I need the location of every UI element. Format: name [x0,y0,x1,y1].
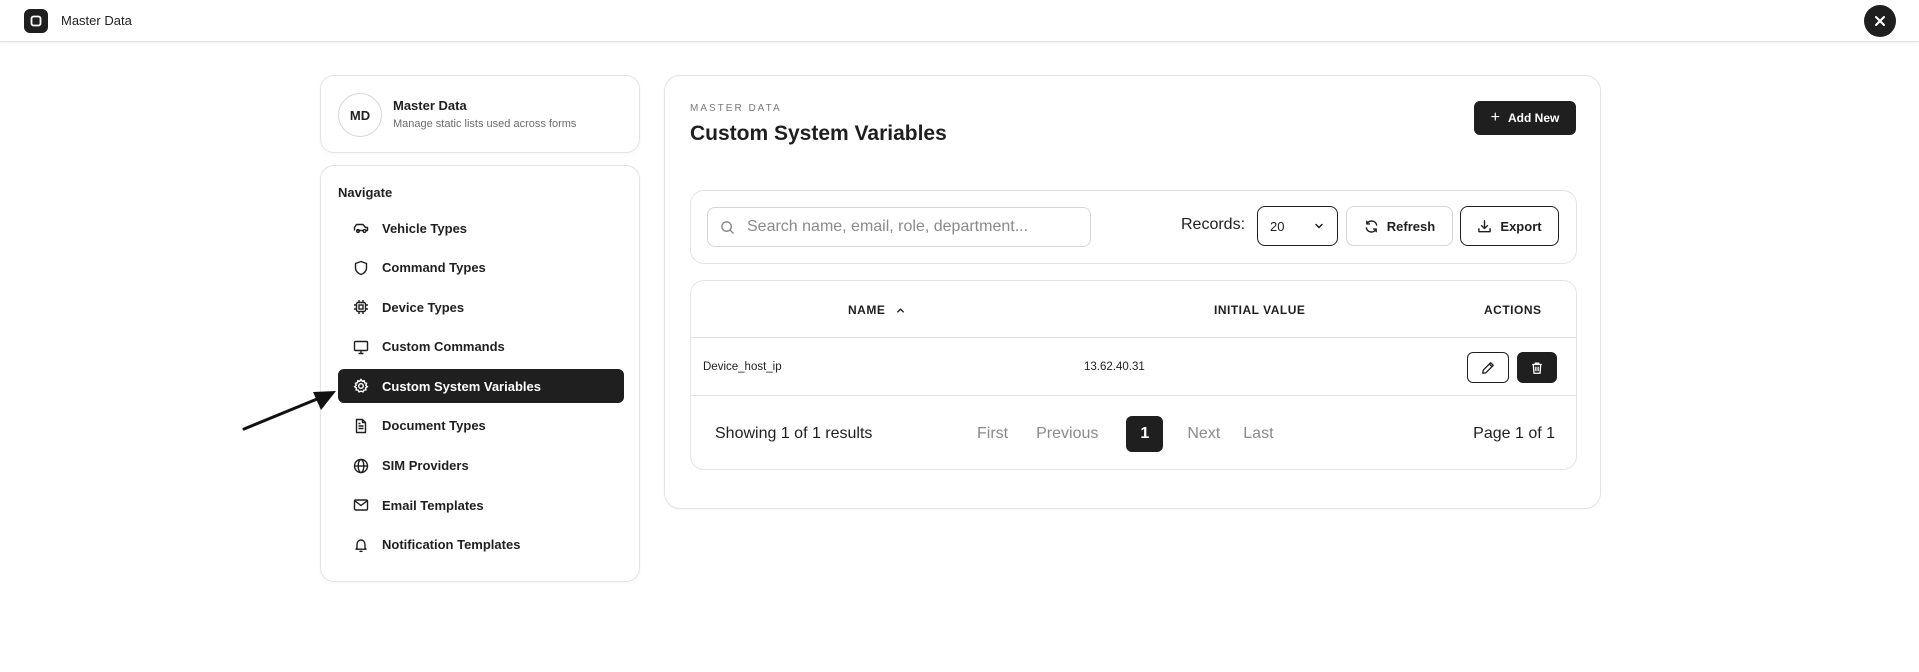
download-icon [1477,219,1492,234]
sidebar-title: Master Data [393,98,467,113]
sidebar-header-card: MD Master Data Manage static lists used … [320,75,640,153]
page-indicator: Page 1 of 1 [1473,425,1555,442]
sidebar-item-vehicle-types[interactable]: Vehicle Types [338,211,624,245]
column-header-label: NAME [848,303,886,317]
sidebar-item-label: SIM Providers [382,458,469,474]
gear-icon [353,378,369,394]
nav-list: Vehicle Types Command Types Device Types… [338,211,624,567]
sidebar-item-label: Email Templates [382,497,484,513]
current-page-button[interactable]: 1 [1126,416,1164,452]
delete-button[interactable] [1517,352,1557,383]
globe-icon [353,458,369,474]
section-eyebrow: MASTER DATA [690,103,782,114]
chip-icon [353,299,369,315]
export-button[interactable]: Export [1460,206,1559,246]
refresh-icon [1364,219,1379,234]
sidebar-subtitle: Manage static lists used across forms [393,118,577,130]
table-footer: Showing 1 of 1 results First Previous 1 … [691,396,1576,469]
plus-icon: + [1490,109,1500,126]
search-icon [720,220,735,235]
search-input[interactable] [747,218,1077,236]
close-icon [1875,16,1885,26]
table-header: NAME INITIAL VALUE ACTIONS [691,281,1576,338]
sidebar-item-custom-commands[interactable]: Custom Commands [338,330,624,364]
refresh-button[interactable]: Refresh [1346,206,1453,246]
column-header-initial-value: INITIAL VALUE [1214,303,1306,317]
column-header-name[interactable]: NAME [848,303,906,317]
car-icon [353,220,369,236]
records-value: 20 [1270,218,1285,234]
shield-icon [353,260,369,276]
sidebar-item-sim-providers[interactable]: SIM Providers [338,449,624,483]
search-box [707,207,1091,247]
main-content-card: MASTER DATA Custom System Variables + Ad… [664,75,1601,509]
pagination: First Previous 1 Next Last [977,416,1274,452]
cell-name: Device_host_ip [703,361,782,373]
nav-heading: Navigate [338,185,393,200]
chevron-down-icon [1313,220,1325,232]
close-button[interactable] [1864,5,1896,37]
mail-icon [353,497,369,513]
sidebar-item-notification-templates[interactable]: Notification Templates [338,528,624,562]
page-title: Custom System Variables [690,122,947,145]
sidebar-item-label: Custom System Variables [382,378,541,394]
cell-initial-value: 13.62.40.31 [1084,361,1145,373]
variables-table: NAME INITIAL VALUE ACTIONS Device_host_i… [690,280,1577,470]
sidebar-item-label: Custom Commands [382,339,505,355]
top-bar: Master Data [0,0,1919,42]
add-new-button[interactable]: + Add New [1474,101,1576,135]
pencil-icon [1482,361,1494,374]
sidebar-item-command-types[interactable]: Command Types [338,251,624,285]
sidebar-item-custom-system-variables[interactable]: Custom System Variables [338,369,624,404]
navigation-card: Navigate Vehicle Types Command Types Dev… [320,165,640,582]
refresh-label: Refresh [1386,218,1436,234]
app-logo-icon [24,9,48,33]
records-per-page-select[interactable]: 20 [1257,206,1338,246]
sidebar-item-document-types[interactable]: Document Types [338,409,624,443]
edit-button[interactable] [1467,352,1509,383]
toolbar: Records: 20 Refresh Export [690,190,1577,264]
sidebar-item-label: Notification Templates [382,537,521,553]
sort-ascending-icon [895,305,906,316]
bell-icon [353,537,369,553]
next-page-button[interactable]: Next [1187,425,1220,443]
sidebar-item-email-templates[interactable]: Email Templates [338,488,624,522]
results-count: Showing 1 of 1 results [715,425,873,442]
last-page-button[interactable]: Last [1243,425,1273,443]
first-page-button[interactable]: First [977,425,1008,443]
records-label: Records: [1181,216,1246,233]
column-header-actions: ACTIONS [1484,303,1542,317]
sidebar-item-label: Vehicle Types [382,220,468,236]
export-label: Export [1500,218,1542,234]
app-title: Master Data [61,13,132,28]
trash-icon [1532,362,1542,374]
document-icon [353,418,369,434]
table-row: Device_host_ip 13.62.40.31 [691,338,1576,396]
sidebar-item-label: Command Types [382,260,486,276]
monitor-icon [353,339,369,355]
add-new-label: Add New [1508,111,1560,125]
pointer-arrow-icon [242,391,336,431]
sidebar-item-label: Document Types [382,418,486,434]
previous-page-button[interactable]: Previous [1036,425,1098,443]
sidebar-item-label: Device Types [382,299,465,315]
sidebar-item-device-types[interactable]: Device Types [338,290,624,324]
avatar: MD [338,93,382,137]
